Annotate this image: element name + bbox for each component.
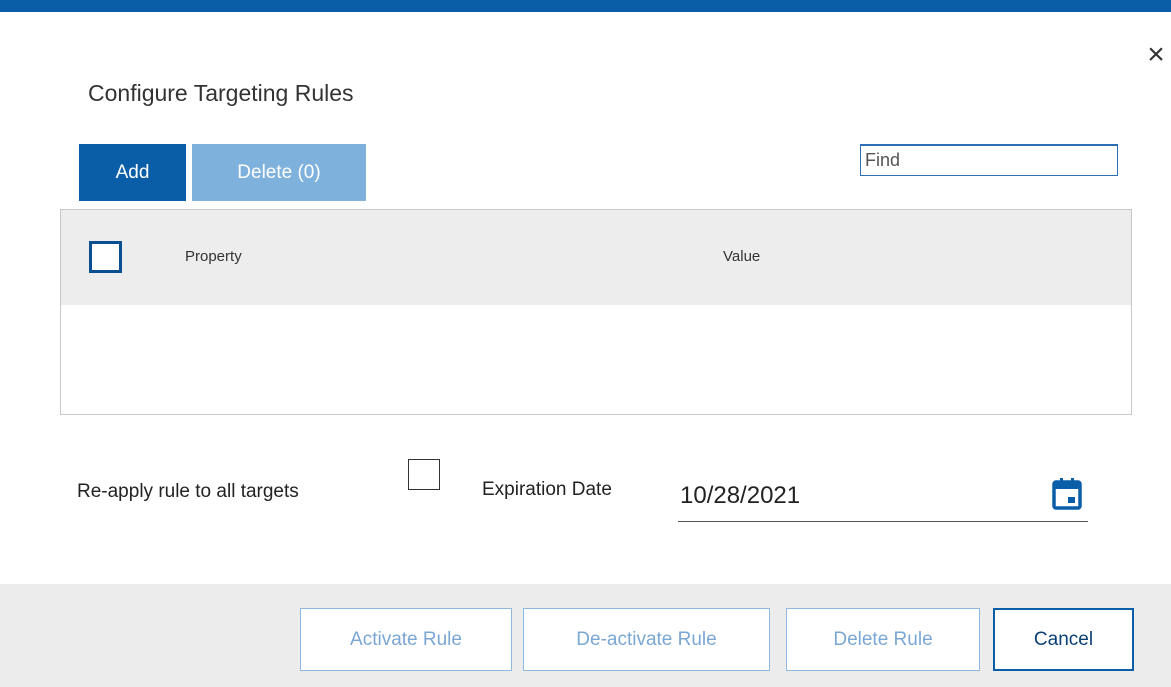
activate-rule-button[interactable]: Activate Rule (300, 608, 512, 671)
deactivate-rule-button[interactable]: De-activate Rule (523, 608, 770, 671)
add-button[interactable]: Add (79, 144, 186, 201)
grid-header: Property Value (61, 210, 1131, 305)
column-header-property[interactable]: Property (185, 248, 242, 265)
close-icon[interactable]: × (1140, 40, 1171, 72)
expiration-date-label: Expiration Date (482, 479, 612, 500)
delete-button[interactable]: Delete (0) (192, 144, 366, 201)
dialog-footer: Activate Rule De-activate Rule Delete Ru… (0, 584, 1171, 687)
calendar-icon[interactable] (1052, 478, 1082, 510)
reapply-label: Re-apply rule to all targets (77, 481, 299, 502)
expiration-date-field[interactable]: 10/28/2021 (678, 472, 1088, 522)
cancel-button[interactable]: Cancel (993, 608, 1134, 671)
select-all-checkbox[interactable] (89, 241, 122, 273)
reapply-checkbox[interactable] (408, 459, 440, 490)
delete-rule-button[interactable]: Delete Rule (786, 608, 980, 671)
dialog-title: Configure Targeting Rules (88, 80, 354, 106)
find-input[interactable] (860, 144, 1118, 176)
dialog-top-accent-bar (0, 0, 1171, 12)
rules-grid: Property Value (60, 209, 1132, 415)
expiration-date-value[interactable]: 10/28/2021 (680, 482, 800, 510)
column-header-value[interactable]: Value (723, 248, 760, 265)
